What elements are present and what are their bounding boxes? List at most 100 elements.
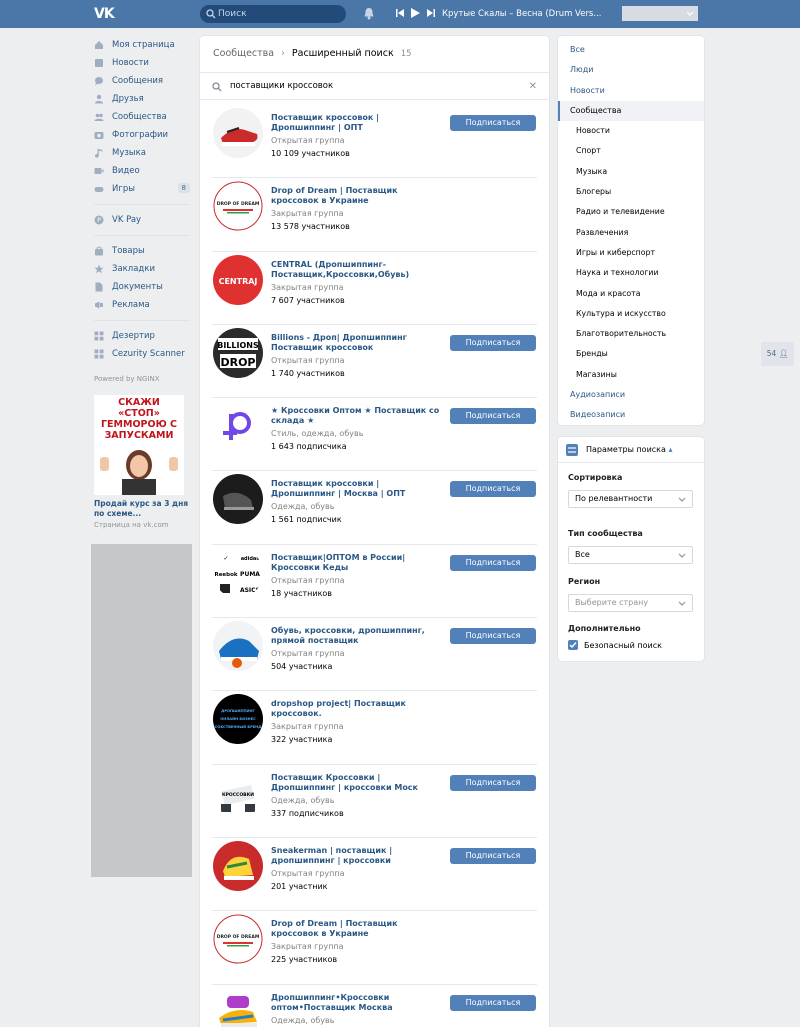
nav-item-ads[interactable]: Реклама [94,296,194,314]
safe-search-checkbox[interactable]: Безопасный поиск [568,640,662,650]
photo-icon [94,130,104,140]
search-category-item[interactable]: Музыка [558,162,704,182]
community-name[interactable]: Поставщик|ОПТОМ в России| Кроссовки Кеды [271,553,446,573]
sidebar-ad[interactable]: СКАЖИ «СТОП» ГЕММОРОЮ С ЗАПУСКАМИ Продай… [94,395,194,529]
community-name[interactable]: ★ Кроссовки Оптом ★ Поставщик со склада … [271,406,446,426]
notifications-bell-icon[interactable] [363,7,375,20]
search-query[interactable]: поставщики кроссовок [230,81,333,91]
subscribe-button[interactable]: Подписаться [450,115,536,131]
community-avatar[interactable]: DROP OF DREAM [213,181,263,232]
search-category-item[interactable]: Новости [558,121,704,141]
community-avatar[interactable] [213,840,263,891]
search-category-item[interactable]: Блогеры [558,182,704,202]
community-name[interactable]: Обувь, кроссовки, дропшиппинг, прямой по… [271,626,446,646]
search-category-item[interactable]: Бренды [558,344,704,364]
ad-image[interactable]: СКАЖИ «СТОП» ГЕММОРОЮ С ЗАПУСКАМИ [94,395,184,495]
subscribe-button[interactable]: Подписаться [450,847,536,864]
subscribe-button[interactable]: Подписаться [450,334,536,351]
subscribe-button[interactable]: Подписаться [450,408,536,425]
search-category-item[interactable]: Новости [558,81,704,101]
community-members: 1 561 подписчик [271,515,342,525]
community-avatar[interactable]: ДРОПШИППИНГ ОНЛАЙН БИЗНЕС СОБСТВЕННЫЙ БРЕН… [213,694,263,745]
search-category-item[interactable]: Видеозаписи [558,405,704,425]
nav-item-bookmarks[interactable]: Закладки [94,260,194,278]
community-type: Закрытая группа [271,282,344,292]
svg-text:adidas: adidas [241,556,260,562]
region-select[interactable]: Выберите страну [568,594,693,612]
nav-item-app[interactable]: Дезертир [94,327,194,345]
community-search-field[interactable]: поставщики кроссовок ✕ [200,72,549,100]
nav-item-home[interactable]: Моя страница [94,36,194,54]
community-name[interactable]: Billions - Дроп| Дропшиппинг Поставщик к… [271,333,446,353]
community-avatar[interactable]: КРОССОВКИ [213,767,263,818]
search-category-item[interactable]: Аудиозаписи [558,385,704,405]
next-track-icon[interactable] [427,9,435,17]
nav-item-friends[interactable]: Друзья [94,90,194,108]
community-name[interactable]: Поставщик кроссовок | Дропшиппинг | ОПТ [271,113,446,133]
community-name[interactable]: Drop of Dream | Поставщик кроссовок в Ук… [271,919,446,939]
community-type-select[interactable]: Все [568,546,693,564]
sort-select[interactable]: По релевантности [568,490,693,508]
online-friends-counter[interactable]: 54 👤︎ [761,342,794,366]
search-category-item[interactable]: Игры и киберспорт [558,243,704,263]
search-category-item[interactable]: Спорт [558,141,704,161]
vk-logo[interactable]: VK [94,6,118,22]
subscribe-button[interactable]: Подписаться [450,628,536,645]
search-category-item[interactable]: Радио и телевидение [558,202,704,222]
nav-item-games[interactable]: Игры 8 [94,180,194,198]
community-name[interactable]: Drop of Dream | Поставщик кроссовок в Ук… [271,186,446,206]
community-avatar[interactable]: CENTRAJ [213,254,263,305]
community-name[interactable]: CENTRAL (Дропшиппинг-Поставщик,Кроссовки… [271,260,446,280]
community-avatar[interactable]: BILLIONS DROP [213,327,263,378]
nav-item-messages[interactable]: Сообщения [94,72,194,90]
nav-item-photo[interactable]: Фотографии [94,126,194,144]
nav-item-video[interactable]: Видео [94,162,194,180]
community-name[interactable]: dropshop project| Поставщик кроссовок. [271,699,446,719]
nav-item-music[interactable]: Музыка [94,144,194,162]
search-category-item[interactable]: Культура и искусство [558,304,704,324]
user-menu[interactable] [622,6,698,21]
nav-item-news[interactable]: Новости [94,54,194,72]
community-name[interactable]: Sneakerman | поставщик | дропшиппинг | к… [271,846,446,866]
nav-item-goods[interactable]: Товары [94,242,194,260]
previous-track-icon[interactable] [396,9,404,17]
subscribe-button[interactable]: Подписаться [450,554,536,571]
nav-item-vkpay[interactable]: P VK Pay [94,211,194,229]
community-avatar[interactable]: DROP OF DREAM [213,914,263,965]
now-playing-track[interactable]: Крутые Скалы – Весна (Drum Vers... [442,9,601,19]
community-avatar[interactable] [213,474,263,525]
breadcrumb-communities[interactable]: Сообщества [213,48,274,59]
community-avatar[interactable] [213,401,263,452]
search-category-item[interactable]: Наука и технологии [558,263,704,283]
search-parameters-header[interactable]: Параметры поиска ▴ [558,437,704,463]
community-members: 337 подписчиков [271,808,344,818]
svg-text:Reebok: Reebok [214,572,237,578]
community-avatar[interactable] [213,987,263,1027]
community-avatar[interactable] [213,108,263,158]
community-avatar[interactable] [213,621,263,672]
search-box[interactable] [200,5,346,23]
search-category-item[interactable]: Развлечения [558,223,704,243]
nav-item-documents[interactable]: Документы [94,278,194,296]
ad-title[interactable]: Продай курс за 3 дня по схеме... [94,499,189,519]
search-category-item[interactable]: Все [558,40,704,60]
play-icon[interactable] [411,8,420,18]
search-category-item[interactable]: Сообщества [558,100,704,122]
clear-search-icon[interactable]: ✕ [529,81,537,92]
community-avatar[interactable]: ✓ adidas Reebok PUMA ASICS [213,547,263,598]
search-category-item[interactable]: Люди [558,60,704,80]
community-name[interactable]: Дропшиппинг•Кроссовки оптом•Поставщик Мо… [271,993,446,1013]
community-name[interactable]: Поставщик Кроссовки | Дропшиппинг | крос… [271,773,446,793]
ad-subtitle[interactable]: Страница на vk.com [94,521,194,529]
search-category-item[interactable]: Благотворительность [558,324,704,344]
search-category-item[interactable]: Магазины [558,365,704,385]
subscribe-button[interactable]: Подписаться [450,774,536,791]
ad-banner-placeholder[interactable] [91,544,192,877]
community-name[interactable]: Поставщик кроссовки | Дропшиппинг | Моск… [271,479,446,499]
subscribe-button[interactable]: Подписаться [450,481,536,498]
subscribe-button[interactable]: Подписаться [450,994,536,1011]
nav-item-app[interactable]: Cezurity Scanner [94,345,194,363]
search-category-item[interactable]: Мода и красота [558,284,704,304]
search-input[interactable] [218,7,338,21]
nav-item-communities[interactable]: Сообщества [94,108,194,126]
